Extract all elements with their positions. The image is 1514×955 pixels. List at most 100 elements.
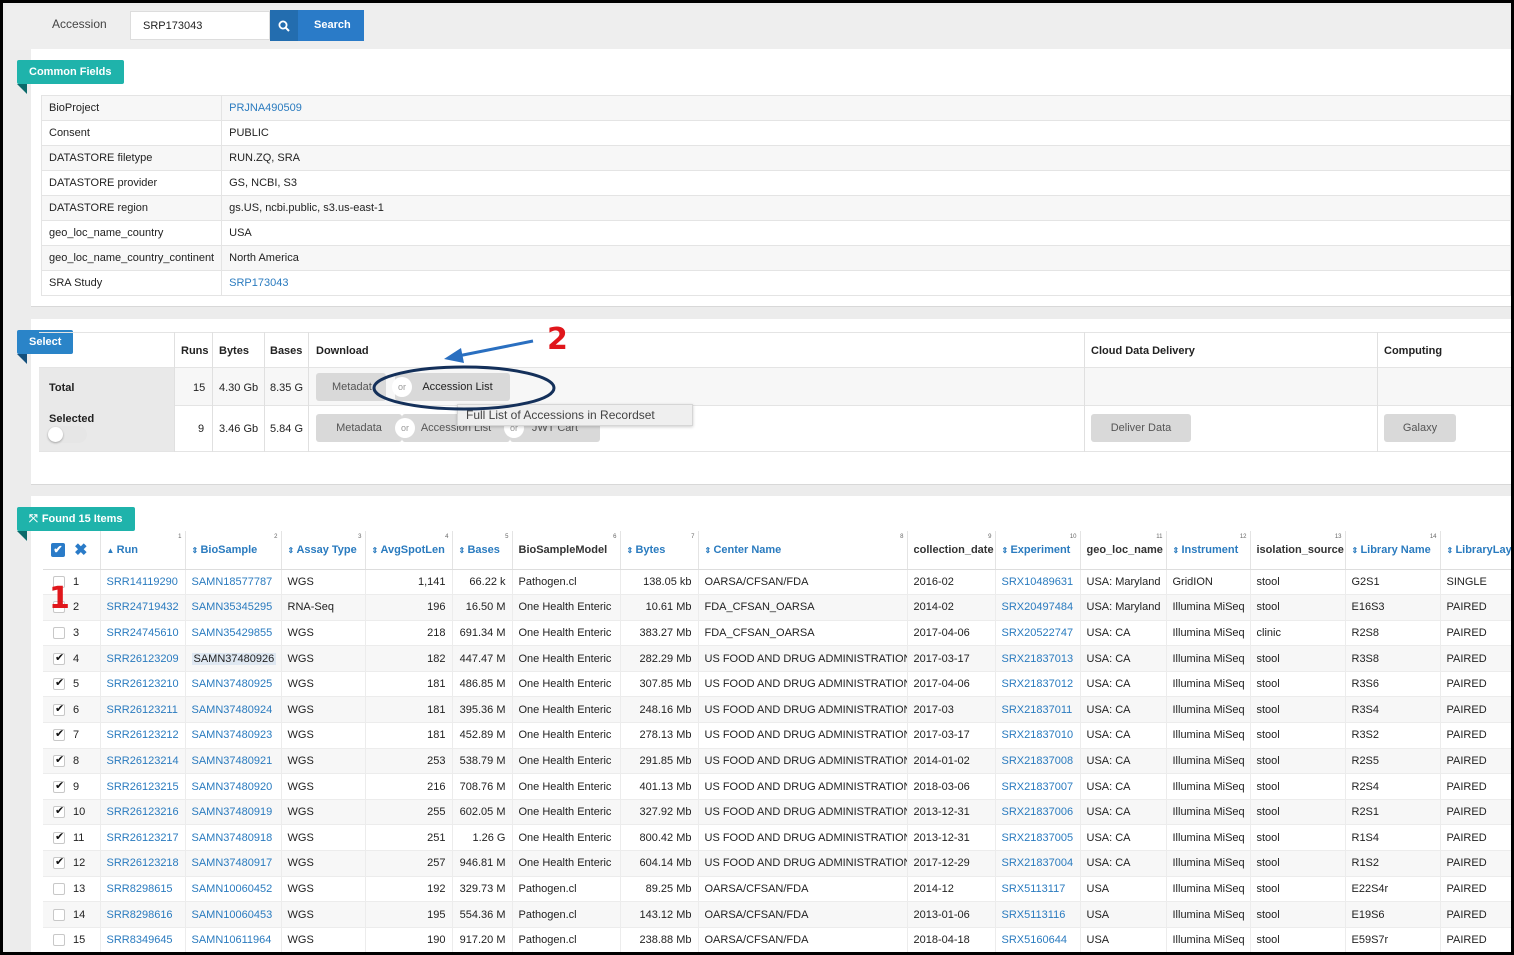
experiment-link[interactable]: SRX21837013 (995, 645, 1081, 672)
run-link[interactable]: SRR24719432 (100, 594, 186, 621)
column-header[interactable]: ▲ Run 1 (100, 531, 186, 570)
experiment-link[interactable]: SRX5113117 (995, 876, 1081, 903)
run-link[interactable]: SRR26123210 (100, 671, 186, 698)
experiment-link[interactable]: SRX5113116 (995, 901, 1081, 928)
table-row[interactable]: 7 SRR26123212SAMN37480923WGS181452.89 MOn… (43, 722, 1511, 749)
table-row[interactable]: 2 SRR24719432 SAMN35345295 RNA-Seq 196 16.50 … (43, 594, 1511, 621)
row-checkbox[interactable] (53, 934, 65, 947)
experiment-link[interactable]: SRX20522747 (995, 620, 1081, 647)
table-row[interactable]: 5 SRR26123210SAMN37480925WGS181486.85 MOn… (43, 671, 1511, 698)
biosample-link[interactable]: SAMN37480924 (185, 696, 282, 724)
table-row[interactable]: 15 SRR8349645 SAMN10611964 WGS 190 917.20 M Pa… (43, 927, 1511, 952)
run-link[interactable]: SRR8298616 (100, 901, 186, 928)
experiment-link[interactable]: SRX21837005 (995, 824, 1081, 852)
isolation-source: stool (1250, 773, 1346, 800)
library-name: R1S2 (1345, 850, 1441, 877)
biosample-link[interactable]: SAMN35345295 (185, 594, 282, 621)
select-all-checkbox[interactable]: ✔ (51, 542, 65, 557)
biosample-link[interactable]: SAMN10060452 (185, 876, 282, 903)
column-header[interactable]: geo_loc_name 11 (1080, 531, 1167, 570)
bases: 917.20 M (452, 927, 513, 952)
table-row[interactable]: 3 SRR24745610 SAMN35429855 WGS 218 691.34 M On… (43, 620, 1511, 647)
table-row[interactable]: 1 SRR14119290 SAMN18577787 WGS 1,141 66.22 kP… (43, 569, 1511, 596)
experiment-link[interactable]: SRX21837007 (995, 773, 1081, 800)
run-link[interactable]: SRR26123211 (100, 696, 186, 724)
experiment-link[interactable]: SRX21837011 (995, 696, 1081, 724)
column-header[interactable]: ⇕ Bases 5 (452, 531, 513, 570)
column-header[interactable]: isolation_source 13 (1250, 531, 1346, 570)
column-header[interactable]: ⇕ Instrument 12 (1166, 531, 1251, 570)
biosample-link[interactable]: SAMN37480919 (185, 799, 282, 826)
row-checkbox[interactable] (53, 855, 65, 870)
experiment-link[interactable]: SRX21837008 (995, 748, 1081, 775)
run-link[interactable]: SRR8298615 (100, 876, 186, 903)
table-row[interactable]: 14 SRR8298616 SAMN10060453 WGS 195 554.36 M Pa… (43, 901, 1511, 928)
column-header[interactable]: ⇕ Library Name 14 (1345, 531, 1441, 570)
run-link[interactable]: SRR26123216 (100, 799, 186, 826)
biosample-link[interactable]: SAMN37480925 (185, 671, 282, 698)
column-header[interactable]: ⇕ Center Name 8 (698, 531, 908, 570)
row-checkbox[interactable] (53, 727, 65, 742)
column-header[interactable]: ⇕ LibraryLay (1440, 531, 1511, 570)
run-link[interactable]: SRR8349645 (100, 927, 186, 952)
row-checkbox[interactable] (53, 882, 65, 895)
biosample-link[interactable]: SAMN37480918 (185, 824, 282, 852)
column-header[interactable]: BioSampleModel 6 (512, 531, 621, 570)
biosample-link[interactable]: SAMN10060453 (185, 901, 282, 928)
row-checkbox[interactable] (53, 651, 65, 665)
clear-selection-icon[interactable]: ✖ (74, 540, 87, 560)
run-link[interactable]: SRR14119290 (100, 569, 186, 596)
experiment-link[interactable]: SRX21837012 (995, 671, 1081, 698)
row-checkbox[interactable] (53, 627, 65, 640)
row-checkbox[interactable] (53, 702, 65, 716)
row-checkbox[interactable] (53, 676, 65, 691)
biosample-link[interactable]: SAMN37480926 (185, 645, 282, 672)
biosample-link[interactable]: SAMN37480920 (185, 773, 282, 800)
table-row[interactable]: 4 SRR26123209 SAMN37480926 WGS182447.47 MOn… (43, 645, 1511, 672)
column-label: BioSampleModel (518, 543, 608, 556)
experiment-link[interactable]: SRX10489631 (995, 569, 1081, 596)
row-checkbox[interactable] (53, 779, 65, 793)
run-link[interactable]: SRR26123212 (100, 722, 186, 749)
biosample-link[interactable]: SAMN10611964 (185, 927, 282, 952)
table-row[interactable]: 11 SRR26123217SAMN37480918WGS2511.26 GOne… (43, 824, 1511, 852)
experiment-link[interactable]: SRX21837010 (995, 722, 1081, 749)
table-row[interactable]: 8 SRR26123214SAMN37480921WGS253538.79 MOn… (43, 748, 1511, 775)
experiment-link[interactable]: SRX21837006 (995, 799, 1081, 826)
run-link[interactable]: SRR24745610 (100, 620, 186, 647)
run-link[interactable]: SRR26123215 (100, 773, 186, 800)
collection-date: 2014-12 (907, 876, 996, 903)
row-select-cell: 5 (43, 671, 101, 698)
experiment-link[interactable]: SRX21837004 (995, 850, 1081, 877)
column-header[interactable]: ⇕ AvgSpotLen 4 (365, 531, 453, 570)
table-row[interactable]: 6 SRR26123211SAMN37480924WGS181395.36 MOn… (43, 696, 1511, 724)
biosample-link[interactable]: SAMN37480921 (185, 748, 282, 775)
results-table: ✔ ✖ ▲ Run 1 ⇕ BioSample 2 ⇕ Assay Type 3 ⇕ Avg… (43, 531, 1511, 952)
experiment-link[interactable]: SRX5160644 (995, 927, 1081, 952)
table-row[interactable]: 13 SRR8298615 SAMN10060452 WGS 192 329.73 M Pa… (43, 876, 1511, 903)
biosample-link[interactable]: SAMN35429855 (185, 620, 282, 647)
column-header[interactable]: ⇕ BioSample 2 (185, 531, 282, 570)
row-checkbox[interactable] (53, 753, 65, 767)
biosample-link[interactable]: SAMN37480923 (185, 722, 282, 749)
assay-type: WGS (281, 799, 366, 826)
column-header[interactable]: ⇕ Experiment 10 (995, 531, 1081, 570)
row-checkbox[interactable] (53, 804, 65, 819)
column-number: 14 (1429, 534, 1437, 540)
table-row[interactable]: 9 SRR26123215SAMN37480920WGS216708.76 MOn… (43, 773, 1511, 800)
biosample-link[interactable]: SAMN18577787 (185, 569, 282, 596)
column-header[interactable]: ⇕ Assay Type 3 (281, 531, 366, 570)
row-checkbox[interactable] (53, 908, 65, 921)
run-link[interactable]: SRR26123214 (100, 748, 186, 775)
biosample-link[interactable]: SAMN37480917 (185, 850, 282, 877)
instrument: Illumina MiSeq (1166, 722, 1251, 749)
run-link[interactable]: SRR26123209 (100, 645, 186, 672)
table-row[interactable]: 12 SRR26123218SAMN37480917WGS257946.81 MO… (43, 850, 1511, 877)
table-row[interactable]: 10 SRR26123216SAMN37480919WGS255602.05 MO… (43, 799, 1511, 826)
row-checkbox[interactable] (53, 830, 65, 844)
experiment-link[interactable]: SRX20497484 (995, 594, 1081, 621)
run-link[interactable]: SRR26123218 (100, 850, 186, 877)
column-header[interactable]: collection_date 9 (907, 531, 996, 570)
run-link[interactable]: SRR26123217 (100, 824, 186, 852)
column-header[interactable]: ⇕ Bytes 7 (620, 531, 699, 570)
